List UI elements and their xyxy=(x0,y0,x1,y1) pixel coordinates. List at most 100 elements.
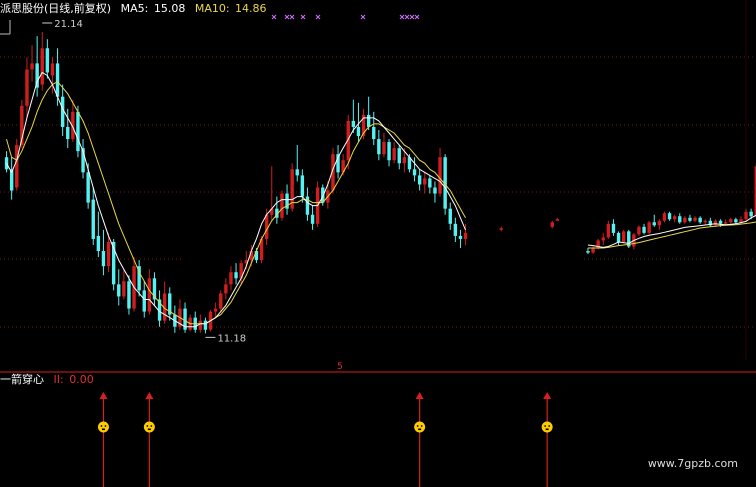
indicator-header: 一箭穿心 II: 0.00 xyxy=(0,373,94,386)
candle-body xyxy=(106,241,111,267)
candle-body xyxy=(295,169,299,176)
candle-body xyxy=(392,148,396,161)
candle-body xyxy=(693,217,697,221)
candle-body xyxy=(372,126,376,140)
candle-body xyxy=(387,142,391,161)
candle-body xyxy=(723,222,728,224)
face-eye xyxy=(100,425,103,427)
candle-body xyxy=(76,111,80,152)
signal-arrow-head xyxy=(99,392,108,399)
candle-body xyxy=(555,219,560,221)
candle-body xyxy=(30,63,34,70)
candle-body xyxy=(713,220,718,226)
candle-body xyxy=(229,272,233,285)
face-eye xyxy=(416,425,419,427)
candle-body xyxy=(734,219,738,223)
candle-body xyxy=(356,126,361,137)
candle-body xyxy=(591,248,595,253)
candle-body xyxy=(351,120,356,127)
ma10-value: 14.86 xyxy=(235,2,267,15)
candle-body xyxy=(254,251,259,261)
candle-body xyxy=(25,69,29,106)
candle-body xyxy=(647,222,651,233)
candle-body xyxy=(366,114,371,127)
candle-body xyxy=(448,208,452,224)
annotation-label: 21.14 xyxy=(54,19,83,30)
candle-body xyxy=(402,157,407,164)
candle-body xyxy=(652,222,656,226)
signal-face-icon xyxy=(414,421,426,433)
candle-body xyxy=(45,48,50,73)
candle-body xyxy=(213,308,218,312)
face-eye xyxy=(420,425,423,427)
signal-arrow-head xyxy=(145,392,154,399)
signal-arrow-head xyxy=(543,392,552,399)
candle-body xyxy=(127,281,131,309)
candle-body xyxy=(718,220,723,224)
face-mouth xyxy=(418,428,422,431)
candle-body xyxy=(224,284,228,294)
chart-header: 派思股份(日线,前复权) MA5: 15.08 MA10: 14.86 xyxy=(0,2,267,15)
candle-body xyxy=(382,142,386,155)
face-mouth xyxy=(545,428,549,431)
face-eye xyxy=(104,425,107,427)
candle-body xyxy=(423,178,427,185)
candle-body xyxy=(616,232,621,242)
face-mouth xyxy=(101,428,105,431)
candle-body xyxy=(91,199,95,239)
candle-body xyxy=(377,139,381,155)
face-eye xyxy=(146,425,149,427)
candle-body xyxy=(438,157,442,194)
candle-body xyxy=(122,281,126,297)
candle-body xyxy=(101,251,106,267)
signal-face-icon xyxy=(541,421,553,433)
candle-body xyxy=(219,293,223,309)
candle-body xyxy=(463,232,468,239)
candle-body xyxy=(601,237,605,241)
candle-body xyxy=(428,178,432,188)
indicator-value-label: II: xyxy=(53,373,64,386)
signal-face-icon xyxy=(143,421,155,433)
candle-body xyxy=(662,213,667,221)
face-eye xyxy=(548,425,551,427)
candle-body xyxy=(458,235,463,239)
face-eye xyxy=(544,425,547,427)
ma5-line xyxy=(6,71,466,328)
price-chart[interactable]: 21.14 11.18 xyxy=(0,0,756,487)
candle-body xyxy=(234,272,238,279)
candle-body xyxy=(688,217,692,221)
candle-body xyxy=(683,217,687,223)
candle-body xyxy=(586,251,590,253)
candle-body xyxy=(280,193,284,218)
candle-body xyxy=(142,290,146,312)
indicator-name: 一箭穿心 xyxy=(0,373,44,386)
candle-body xyxy=(397,148,401,164)
candle-body xyxy=(310,214,315,224)
candle-body xyxy=(86,172,90,203)
candle-body xyxy=(657,220,662,226)
candle-body xyxy=(66,126,70,140)
candle-body xyxy=(749,211,753,217)
candle-body xyxy=(147,278,152,312)
candle-body xyxy=(672,216,677,220)
candle-body xyxy=(50,63,55,76)
candle-body xyxy=(433,187,437,194)
candle-body xyxy=(117,284,121,297)
candle-body xyxy=(198,320,203,330)
annotation-label: 11.18 xyxy=(217,333,246,344)
indicator-value: 0.00 xyxy=(69,373,94,386)
candle-body xyxy=(621,231,626,242)
indicator-marker: 5 xyxy=(337,362,343,372)
indicator-panel xyxy=(97,392,553,487)
candle-body xyxy=(499,228,503,230)
candle-body xyxy=(642,226,646,233)
data-gap-region xyxy=(183,222,583,272)
face-mouth xyxy=(147,428,151,431)
candle-body xyxy=(15,145,19,188)
kline-chart-window: 21.14 11.18 派思股份(日线,前复权) MA5: 15.08 MA10:… xyxy=(0,0,756,487)
candles xyxy=(4,31,756,334)
stock-name: 派思股份(日线,前复权) xyxy=(0,2,112,15)
candle-body xyxy=(698,217,702,223)
candle-body xyxy=(729,219,733,223)
ma5-value: 15.08 xyxy=(153,2,186,15)
